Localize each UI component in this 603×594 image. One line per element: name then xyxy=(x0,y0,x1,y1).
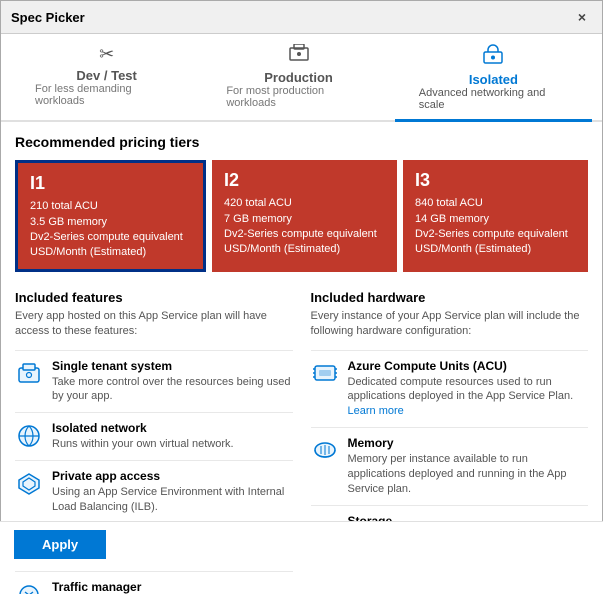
traffic-manager-icon xyxy=(15,581,43,594)
tab-dev-test[interactable]: ✂ Dev / Test For less demanding workload… xyxy=(11,34,202,122)
window-title: Spec Picker xyxy=(11,10,85,25)
tier-i2-acu: 420 total ACU xyxy=(224,196,385,211)
feature-private-app-desc: Using an App Service Environment with In… xyxy=(52,485,293,515)
learn-more-link[interactable]: Learn more xyxy=(348,405,404,417)
features-title: Included features xyxy=(15,290,293,305)
tab-production-title: Production xyxy=(264,70,333,85)
tab-production-subtitle: For most production workloads xyxy=(226,85,370,109)
pricing-tiers-list: I1 210 total ACU 3.5 GB memory Dv2-Serie… xyxy=(15,160,588,272)
production-icon xyxy=(288,44,310,67)
tab-isolated-subtitle: Advanced networking and scale xyxy=(419,87,568,111)
feature-single-tenant-text: Single tenant system Take more control o… xyxy=(52,359,293,405)
feature-isolated-network: Isolated network Runs within your own vi… xyxy=(15,412,293,460)
hardware-memory-name: Memory xyxy=(348,436,589,450)
dev-test-icon: ✂ xyxy=(99,44,114,65)
tier-i1-compute: Dv2-Series compute equivalent xyxy=(30,230,191,245)
close-button[interactable]: × xyxy=(572,7,592,27)
tab-isolated[interactable]: Isolated Advanced networking and scale xyxy=(395,34,592,122)
tier-i1-memory: 3.5 GB memory xyxy=(30,215,191,230)
feature-isolated-network-text: Isolated network Runs within your own vi… xyxy=(52,421,234,452)
tier-i1-acu: 210 total ACU xyxy=(30,199,191,214)
hardware-desc: Every instance of your App Service plan … xyxy=(311,309,589,340)
tier-i2-price: USD/Month (Estimated) xyxy=(224,242,385,257)
private-app-icon xyxy=(15,470,43,498)
tier-i3-price: USD/Month (Estimated) xyxy=(415,242,576,257)
hardware-memory: Memory Memory per instance available to … xyxy=(311,427,589,505)
hardware-memory-desc: Memory per instance available to run app… xyxy=(348,452,589,497)
pricing-title: Recommended pricing tiers xyxy=(15,134,588,150)
acu-icon xyxy=(311,359,339,387)
memory-icon xyxy=(311,436,339,464)
tab-production[interactable]: Production For most production workloads xyxy=(202,34,394,122)
tier-i3[interactable]: I3 840 total ACU 14 GB memory Dv2-Series… xyxy=(403,160,588,272)
tier-i2-id: I2 xyxy=(224,168,385,193)
title-bar: Spec Picker × xyxy=(1,1,602,34)
isolated-icon xyxy=(483,44,503,69)
apply-button[interactable]: Apply xyxy=(14,530,106,559)
feature-traffic-manager-name: Traffic manager xyxy=(52,580,293,594)
hardware-acu: Azure Compute Units (ACU) Dedicated comp… xyxy=(311,350,589,428)
hardware-title: Included hardware xyxy=(311,290,589,305)
tier-i3-compute: Dv2-Series compute equivalent xyxy=(415,227,576,242)
feature-private-app-text: Private app access Using an App Service … xyxy=(52,469,293,515)
feature-private-app: Private app access Using an App Service … xyxy=(15,460,293,523)
tier-i3-id: I3 xyxy=(415,168,576,193)
feature-private-app-name: Private app access xyxy=(52,469,293,483)
feature-traffic-manager-text: Traffic manager Improve performance and … xyxy=(52,580,293,594)
footer: Apply xyxy=(0,521,603,567)
tier-i1-price: USD/Month (Estimated) xyxy=(30,245,191,260)
feature-single-tenant: Single tenant system Take more control o… xyxy=(15,350,293,413)
hardware-memory-text: Memory Memory per instance available to … xyxy=(348,436,589,497)
hardware-acu-desc: Dedicated compute resources used to run … xyxy=(348,375,589,420)
feature-single-tenant-desc: Take more control over the resources bei… xyxy=(52,375,293,405)
tab-dev-test-subtitle: For less demanding workloads xyxy=(35,83,178,107)
tier-i3-acu: 840 total ACU xyxy=(415,196,576,211)
tier-i2-memory: 7 GB memory xyxy=(224,212,385,227)
feature-isolated-network-name: Isolated network xyxy=(52,421,234,435)
feature-isolated-network-desc: Runs within your own virtual network. xyxy=(52,437,234,452)
feature-traffic-manager: Traffic manager Improve performance and … xyxy=(15,571,293,594)
isolated-network-icon xyxy=(15,422,43,450)
hardware-acu-text: Azure Compute Units (ACU) Dedicated comp… xyxy=(348,359,589,420)
tier-i1-id: I1 xyxy=(30,171,191,196)
tab-dev-test-title: Dev / Test xyxy=(76,68,136,83)
hardware-acu-name: Azure Compute Units (ACU) xyxy=(348,359,589,373)
feature-single-tenant-name: Single tenant system xyxy=(52,359,293,373)
pricing-section: Recommended pricing tiers I1 210 total A… xyxy=(15,134,588,272)
tier-i2-compute: Dv2-Series compute equivalent xyxy=(224,227,385,242)
tier-i2[interactable]: I2 420 total ACU 7 GB memory Dv2-Series … xyxy=(212,160,397,272)
single-tenant-icon xyxy=(15,360,43,388)
tab-isolated-title: Isolated xyxy=(469,72,518,87)
tier-i1[interactable]: I1 210 total ACU 3.5 GB memory Dv2-Serie… xyxy=(15,160,206,272)
features-desc: Every app hosted on this App Service pla… xyxy=(15,309,293,340)
tab-bar: ✂ Dev / Test For less demanding workload… xyxy=(1,34,602,122)
tier-i3-memory: 14 GB memory xyxy=(415,212,576,227)
